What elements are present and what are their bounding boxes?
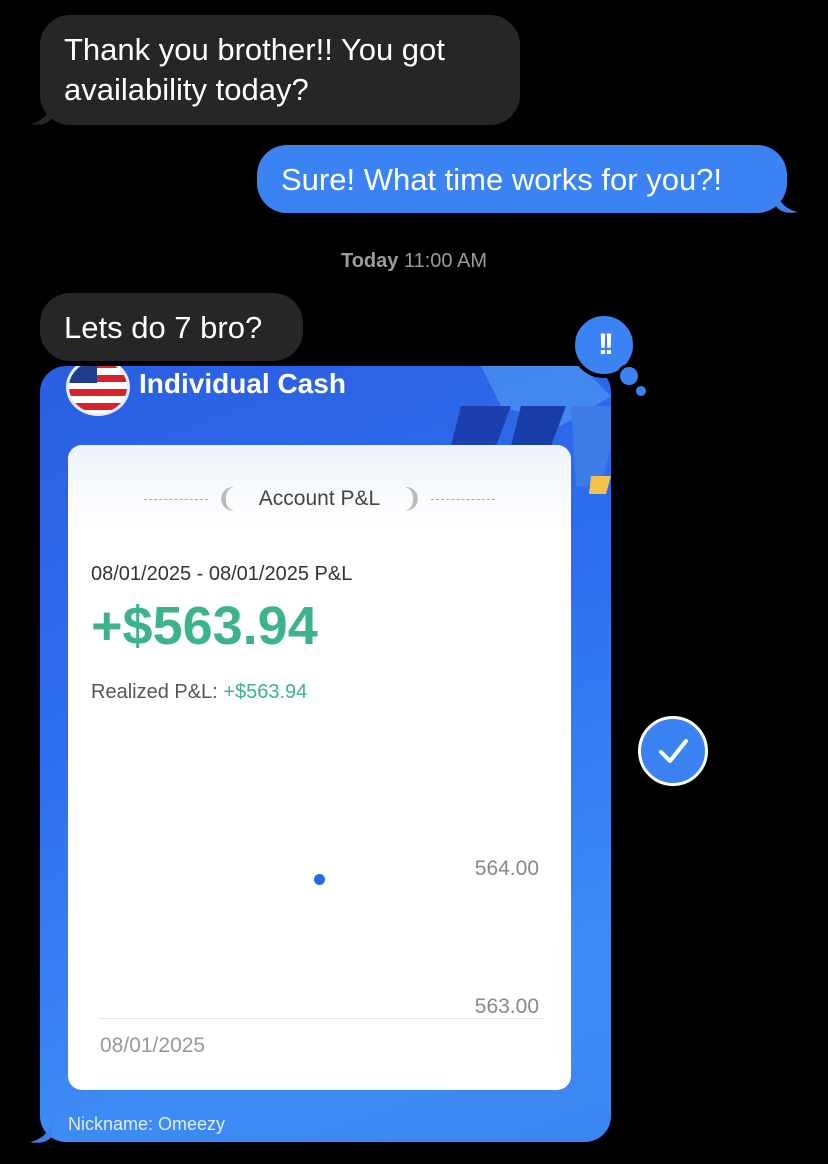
chart-data-point [314,874,325,885]
us-flag-icon [66,366,130,416]
x-axis-line [98,1018,543,1019]
messages-screen: Thank you brother!! You got availability… [0,0,828,1164]
outgoing-message-bubble[interactable]: Sure! What time works for you?! [257,145,787,213]
message-text: Sure! What time works for you?! [281,162,723,197]
nickname-label: Nickname: Omeezy [68,1114,226,1134]
y-tick-label: 563.00 [474,995,539,1018]
bubble-tail-icon [776,192,798,213]
tapback-bubble-dot [617,364,641,388]
date-range: 08/01/2025 - 08/01/2025 P&L [91,563,353,585]
incoming-message-bubble[interactable]: Lets do 7 bro? [40,293,303,361]
realized-label: Realized P&L: [91,681,218,703]
total-pnl-amount: +$563.94 [91,596,318,656]
account-title: Individual Cash [139,368,346,399]
y-tick-label: 564.00 [474,857,539,880]
pnl-title: Account P&L [258,487,381,510]
tapback-bubble-dot [636,386,646,396]
incoming-message-bubble[interactable]: Thank you brother!! You got availability… [40,15,520,125]
message-text: Lets do 7 bro? [64,310,263,345]
pnl-panel: ❨ ❩ Account P&L 08/01/2025 - 08/01/2025 … [68,445,571,1090]
pnl-screenshot-image[interactable]: Individual Cash ❨ ❩ Account P&L 08/01/20… [40,366,611,1142]
checkmark-icon[interactable] [638,716,708,786]
message-text: Thank you brother!! You got availability… [64,32,445,107]
checkmark-glyph [659,739,688,763]
bubble-tail-icon [30,1122,52,1143]
realized-value: +$563.94 [223,681,308,703]
message-timestamp: Today 11:00 AM [340,250,487,272]
x-tick-label: 08/01/2025 [100,1034,206,1057]
bubble-tail-icon [30,104,52,125]
realized-pnl: Realized P&L: +$563.94 [91,681,307,704]
